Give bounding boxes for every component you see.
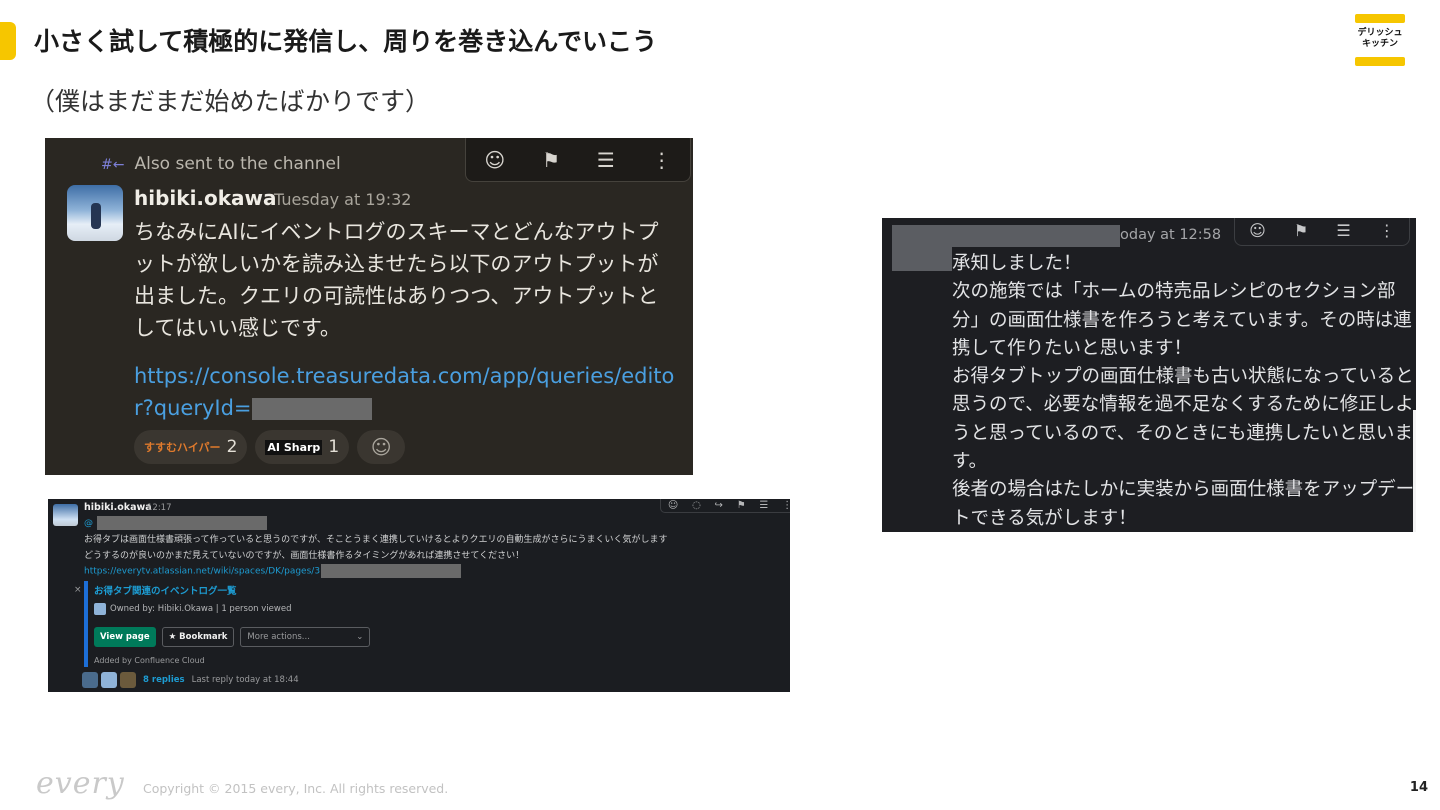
slack-screenshot-3: oday at 12:58 ☺ ⚑ ☰ ⋮ 承知しました！ 次の施策では「ホーム… [882,218,1416,532]
reactions: すすむハイパー 2 AI Sharp 1 ☺ [134,430,406,464]
slide-title: 小さく試して積極的に発信し、周りを巻き込んでいこう [34,27,658,56]
unfurl-owner: Owned by: Hibiki.Okawa | 1 person viewed [94,603,291,615]
redacted-name [952,225,1120,247]
add-reaction-icon[interactable]: ☺ [668,500,678,511]
channel-arrow-icon: #← [101,157,125,173]
replier-avatar [101,672,117,688]
more-icon[interactable]: ⋮ [1379,221,1395,240]
brand-logo: デリッシュ キッチン [1355,14,1405,66]
add-reaction-button[interactable]: ☺ [357,430,406,464]
avatar[interactable] [53,504,78,526]
page-number: 14 [1409,780,1428,795]
slack-screenshot-2: hibiki.okawa 12:17 ☺ ◌ ↪ ⚑ ☰ ⋮ @ お得タブは画面… [48,499,790,692]
mention[interactable]: @ [84,516,267,530]
user-name[interactable]: hibiki.okawa [134,186,277,210]
message-toolbar: ☺ ◌ ↪ ⚑ ☰ ⋮ [660,499,790,513]
reply-icon[interactable]: ◌ [692,500,701,511]
more-actions-select[interactable]: More actions... ⌄ [240,627,371,647]
replier-avatar [82,672,98,688]
list-icon[interactable]: ☰ [759,500,768,511]
bookmark-icon[interactable]: ⚑ [542,148,560,172]
view-page-button[interactable]: View page [94,627,156,647]
forward-icon[interactable]: ↪ [715,500,723,511]
message-toolbar: ☺ ⚑ ☰ ⋮ [465,138,691,182]
close-icon[interactable]: × [74,585,82,595]
owner-avatar [94,603,106,615]
title-accent-bar [0,22,16,60]
also-sent-label: #← Also sent to the channel [101,154,341,174]
reaction-susumu[interactable]: すすむハイパー 2 [134,430,248,464]
brand-logo-text: デリッシュ キッチン [1357,28,1403,49]
redacted-block [251,398,372,420]
redacted-avatar [892,225,952,271]
redacted-block [97,516,267,530]
bookmark-icon[interactable]: ⚑ [1294,221,1308,240]
user-name[interactable]: hibiki.okawa [84,502,152,513]
slide-subtitle: （僕はまだまだ始めたばかりです） [30,87,431,116]
query-link[interactable]: https://console.treasuredata.com/app/que… [134,360,679,424]
copyright: Copyright © 2015 every, Inc. All rights … [143,781,449,796]
edge-divider [1413,410,1416,532]
added-by: Added by Confluence Cloud [94,656,205,665]
message-line-2: どうするのが良いのかまだ見えていないのですが、画面仕様書作るタイミングがあれば連… [84,551,525,561]
message-line-1: お得タブは画面仕様書頑張って作っていると思うのですが、そことうまく連携していける… [84,535,668,545]
more-icon[interactable]: ⋮ [652,148,672,172]
unfurl-card-title[interactable]: お得タブ関連のイベントログ一覧 [94,583,237,597]
reply-count[interactable]: 8 replies [143,675,185,685]
more-icon[interactable]: ⋮ [782,500,790,511]
message-body: 承知しました！ 次の施策では「ホームの特売品レシピのセクション部分」の画面仕様書… [952,253,1415,529]
add-reaction-icon[interactable]: ☺ [484,148,505,172]
chevron-down-icon: ⌄ [356,632,364,642]
footer-logo: every [36,766,125,801]
replier-avatar [120,672,136,688]
avatar[interactable] [67,185,123,241]
unfurl-actions: View page ★ Bookmark More actions... ⌄ [94,627,371,647]
forward-icon[interactable]: ☰ [1336,221,1350,240]
thread-replies[interactable]: 8 replies Last reply today at 18:44 [82,672,299,688]
message-time[interactable]: Tuesday at 19:32 [274,190,411,209]
bookmark-icon[interactable]: ⚑ [737,500,746,511]
message-body: ちなみにAIにイベントログのスキーマとどんなアウトプットが欲しいかを読み込ませた… [134,220,659,340]
unfurl-card-bar [84,581,88,667]
forward-icon[interactable]: ☰ [597,148,615,172]
add-reaction-icon[interactable]: ☺ [1249,221,1266,240]
message-time[interactable]: oday at 12:58 [1120,227,1221,243]
last-reply: Last reply today at 18:44 [191,675,299,685]
message-toolbar: ☺ ⚑ ☰ ⋮ [1234,218,1410,246]
slack-screenshot-1: #← Also sent to the channel ☺ ⚑ ☰ ⋮ hibik… [45,138,693,475]
redacted-block [321,564,462,578]
reaction-ai[interactable]: AI Sharp 1 [255,430,350,464]
bookmark-button[interactable]: ★ Bookmark [161,627,235,647]
message-time[interactable]: 12:17 [147,503,172,513]
confluence-link[interactable]: https://everytv.atlassian.net/wiki/space… [84,564,462,578]
